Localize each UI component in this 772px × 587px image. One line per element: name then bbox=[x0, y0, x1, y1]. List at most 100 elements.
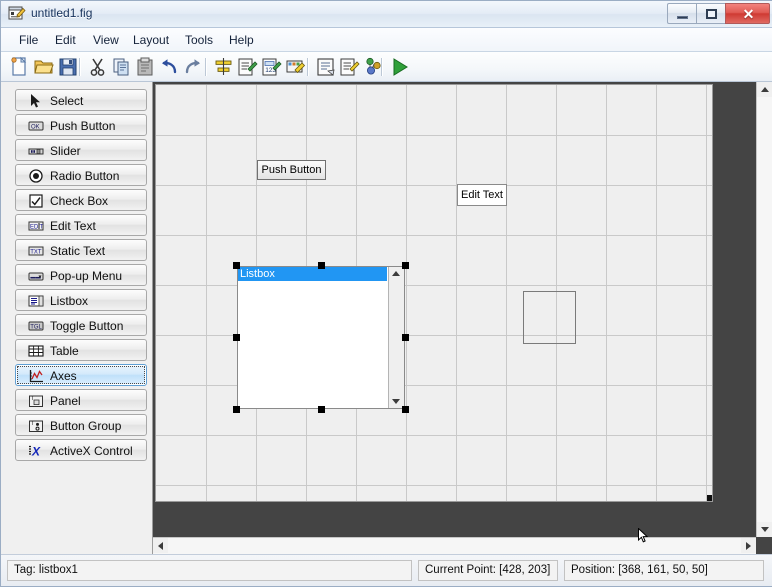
check-box-icon bbox=[28, 193, 44, 209]
palette-item-select[interactable]: Select bbox=[15, 89, 147, 111]
palette-item-check-box[interactable]: Check Box bbox=[15, 189, 147, 211]
radio-button-icon bbox=[28, 168, 44, 184]
palette-item-activex-control[interactable]: X ActiveX Control bbox=[15, 439, 147, 461]
svg-text:T: T bbox=[40, 224, 44, 230]
undo-icon[interactable] bbox=[159, 56, 181, 78]
toggle-button-icon: TGL bbox=[28, 318, 44, 334]
menu-item-file[interactable]: File bbox=[11, 31, 46, 49]
new-figure-icon[interactable] bbox=[9, 56, 31, 78]
canvas-push-button[interactable]: Push Button bbox=[257, 160, 326, 180]
popup-menu-icon: ▬▬ bbox=[28, 268, 44, 284]
palette-item-push-button[interactable]: OK Push Button bbox=[15, 114, 147, 136]
redo-icon[interactable] bbox=[183, 56, 205, 78]
canvas-edit-text[interactable]: Edit Text bbox=[457, 184, 507, 206]
selection-handle[interactable] bbox=[233, 334, 240, 341]
selection-handle[interactable] bbox=[402, 406, 409, 413]
palette-item-pop-up-menu[interactable]: ▬▬ Pop-up Menu bbox=[15, 264, 147, 286]
selection-handle[interactable] bbox=[402, 262, 409, 269]
status-bar: Tag: listbox1 Current Point: [428, 203] … bbox=[1, 554, 772, 586]
copy-icon[interactable] bbox=[111, 56, 133, 78]
menu-item-help[interactable]: Help bbox=[221, 31, 262, 49]
m-file-editor-icon[interactable] bbox=[315, 56, 337, 78]
svg-text:OK: OK bbox=[31, 125, 40, 131]
editor-horizontal-scrollbar[interactable] bbox=[153, 537, 756, 554]
grid-line-vertical bbox=[506, 85, 507, 501]
scroll-left-button[interactable] bbox=[153, 538, 168, 553]
arrow-cursor-icon bbox=[28, 93, 44, 109]
palette-item-label: Slider bbox=[50, 144, 81, 158]
align-objects-icon[interactable] bbox=[213, 56, 235, 78]
palette-item-axes[interactable]: Axes bbox=[15, 364, 147, 386]
push-button-icon: OK bbox=[28, 118, 44, 134]
scroll-down-button[interactable] bbox=[757, 522, 772, 537]
palette-item-slider[interactable]: Slider bbox=[15, 139, 147, 161]
svg-text:ED: ED bbox=[30, 224, 39, 230]
grid-line-vertical bbox=[656, 85, 657, 501]
selection-handle[interactable] bbox=[233, 406, 240, 413]
palette-item-edit-text[interactable]: ED T Edit Text bbox=[15, 214, 147, 236]
status-tag: Tag: listbox1 bbox=[7, 560, 412, 581]
palette-item-static-text[interactable]: TXT Static Text bbox=[15, 239, 147, 261]
listbox-scroll-up-icon[interactable] bbox=[392, 271, 400, 276]
save-figure-icon[interactable] bbox=[57, 56, 79, 78]
figure-resize-handle[interactable] bbox=[706, 495, 712, 501]
component-palette: Select OK Push Button Slider Radio Button Che… bbox=[1, 82, 153, 554]
cut-icon[interactable] bbox=[87, 56, 109, 78]
property-inspector-icon[interactable] bbox=[339, 56, 361, 78]
palette-item-label: Radio Button bbox=[50, 169, 120, 183]
palette-item-table[interactable]: Table bbox=[15, 339, 147, 361]
menu-item-edit[interactable]: Edit bbox=[47, 31, 84, 49]
menu-item-view[interactable]: View bbox=[85, 31, 127, 49]
menu-editor-icon[interactable] bbox=[237, 56, 259, 78]
scroll-right-button[interactable] bbox=[741, 538, 756, 553]
guide-window: untitled1.fig ✕ File Edit View Layout Tools H… bbox=[0, 0, 772, 587]
listbox-icon bbox=[28, 293, 44, 309]
figure-canvas[interactable]: Push Button Edit Text Listbox bbox=[155, 84, 713, 502]
palette-item-toggle-button[interactable]: TGL Toggle Button bbox=[15, 314, 147, 336]
grid-line-horizontal bbox=[156, 485, 712, 486]
paste-icon[interactable] bbox=[135, 56, 157, 78]
open-figure-icon[interactable] bbox=[33, 56, 55, 78]
grid-line-vertical bbox=[706, 85, 707, 501]
listbox-scroll-down-icon[interactable] bbox=[392, 399, 400, 404]
run-figure-icon[interactable] bbox=[389, 56, 411, 78]
menu-item-tools[interactable]: Tools bbox=[177, 31, 221, 49]
button-group-icon: T bbox=[28, 418, 44, 434]
maximize-button[interactable] bbox=[696, 3, 725, 24]
palette-item-label: Static Text bbox=[50, 244, 106, 258]
toolbar: 123 bbox=[1, 52, 772, 82]
editor-vertical-scrollbar[interactable] bbox=[756, 82, 772, 537]
guide-figure-pencil-icon bbox=[8, 6, 26, 20]
selection-handle[interactable] bbox=[317, 262, 325, 269]
menu-bar: File Edit View Layout Tools Help bbox=[1, 28, 772, 52]
grid-line-vertical bbox=[406, 85, 407, 501]
menu-item-layout[interactable]: Layout bbox=[125, 31, 177, 49]
tab-order-editor-icon[interactable]: 123 bbox=[261, 56, 283, 78]
palette-item-label: Check Box bbox=[50, 194, 109, 208]
palette-item-button-group[interactable]: T Button Group bbox=[15, 414, 147, 436]
grid-line-vertical bbox=[456, 85, 457, 501]
minimize-button[interactable] bbox=[667, 3, 696, 24]
canvas-axes-outline[interactable] bbox=[523, 291, 576, 344]
palette-item-listbox[interactable]: Listbox bbox=[15, 289, 147, 311]
toolbar-editor-icon[interactable] bbox=[285, 56, 307, 78]
focus-outline bbox=[17, 366, 145, 384]
selection-handle[interactable] bbox=[317, 406, 325, 413]
mouse-cursor-icon bbox=[638, 528, 649, 543]
listbox-selected-item[interactable]: Listbox bbox=[238, 267, 387, 281]
scroll-up-button[interactable] bbox=[757, 82, 772, 97]
object-browser-icon[interactable] bbox=[363, 56, 385, 78]
toolbar-separator bbox=[205, 58, 207, 76]
selection-handle[interactable] bbox=[402, 334, 409, 341]
grid-line-horizontal bbox=[156, 235, 712, 236]
selection-handle[interactable] bbox=[233, 262, 240, 269]
palette-item-panel[interactable]: T Panel bbox=[15, 389, 147, 411]
close-icon: ✕ bbox=[742, 6, 755, 22]
palette-item-label: Button Group bbox=[50, 419, 122, 433]
palette-item-radio-button[interactable]: Radio Button bbox=[15, 164, 147, 186]
canvas-listbox[interactable]: Listbox bbox=[237, 266, 405, 409]
close-button[interactable]: ✕ bbox=[725, 3, 770, 24]
palette-item-label: Toggle Button bbox=[50, 319, 124, 333]
palette-item-label: Push Button bbox=[50, 119, 116, 133]
grid-line-vertical bbox=[206, 85, 207, 501]
